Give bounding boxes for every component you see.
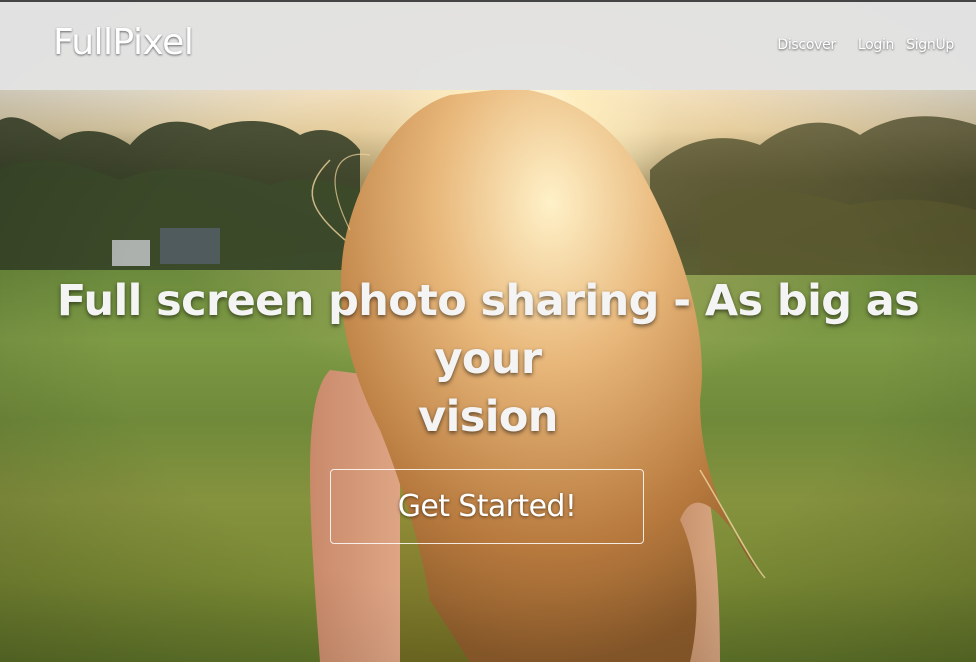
top-navbar: FullPixel Discover Login SignUp: [0, 0, 976, 90]
landing-page: FullPixel Discover Login SignUp Full scr…: [0, 0, 976, 662]
brand-logo-link[interactable]: FullPixel: [53, 22, 194, 63]
main-nav: Discover Login SignUp: [777, 37, 954, 53]
hero-headline-line-2: vision: [418, 392, 558, 442]
get-started-button[interactable]: Get Started!: [330, 469, 644, 544]
nav-signup-link[interactable]: SignUp: [906, 37, 954, 53]
hero-headline: Full screen photo sharing - As big as yo…: [0, 272, 976, 446]
nav-discover-link[interactable]: Discover: [777, 37, 836, 53]
nav-login-link[interactable]: Login: [858, 37, 895, 53]
hero-headline-line-1: Full screen photo sharing - As big as yo…: [56, 276, 920, 384]
